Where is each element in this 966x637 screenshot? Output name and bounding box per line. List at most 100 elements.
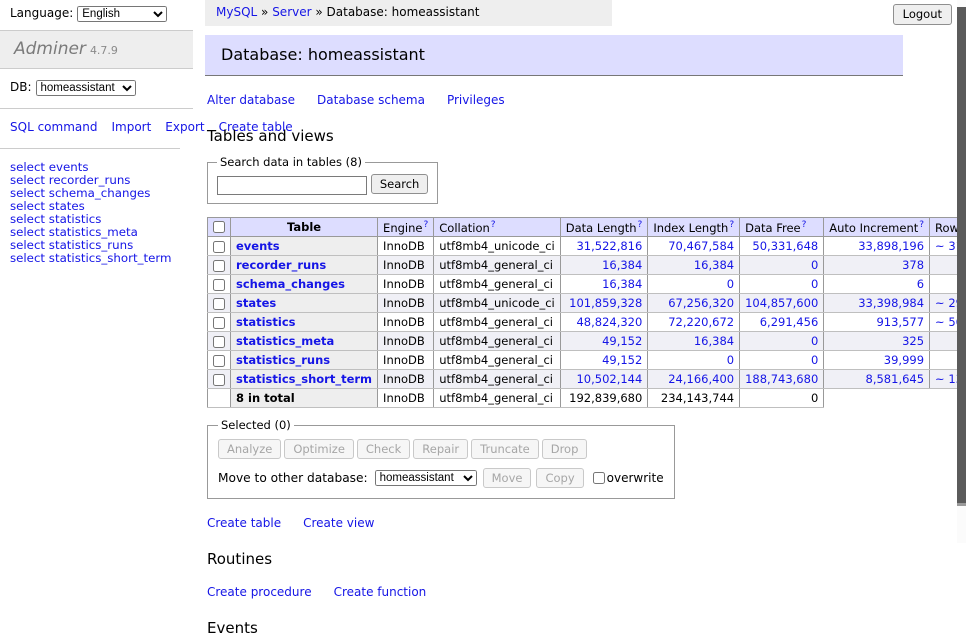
auto-increment-link[interactable]: 33,898,196	[858, 239, 924, 253]
auto-increment-link[interactable]: 8,581,645	[866, 372, 925, 386]
routine-link-create-procedure[interactable]: Create procedure	[207, 585, 312, 599]
sidebar-item-select-statistics[interactable]: select statistics	[10, 213, 193, 226]
data-free-link[interactable]: 0	[811, 353, 818, 367]
auto-increment-link[interactable]: 6	[917, 277, 924, 291]
row-checkbox-events[interactable]	[213, 241, 225, 253]
row-checkbox-schema_changes[interactable]	[213, 279, 225, 291]
table-link-recorder_runs[interactable]: recorder_runs	[236, 258, 326, 272]
auto-increment-link[interactable]: 913,577	[876, 315, 924, 329]
auto-increment-link[interactable]: 33,398,984	[858, 296, 924, 310]
index-length-link[interactable]: 72,220,672	[668, 315, 734, 329]
sidebar-item-select-statistics-runs[interactable]: select statistics_runs	[10, 239, 193, 252]
index-length-link[interactable]: 67,256,320	[668, 296, 734, 310]
search-button[interactable]: Search	[371, 174, 429, 194]
sidebar-item-select-statistics-meta[interactable]: select statistics_meta	[10, 226, 193, 239]
auto-increment-link[interactable]: 39,999	[884, 353, 924, 367]
table-link-statistics_runs[interactable]: statistics_runs	[236, 353, 330, 367]
logout-button[interactable]: Logout	[893, 4, 952, 25]
index-length-link[interactable]: 0	[727, 353, 734, 367]
data-free-link[interactable]: 104,857,600	[745, 296, 818, 310]
auto-increment-link[interactable]: 325	[902, 334, 924, 348]
drop-button[interactable]: Drop	[542, 439, 588, 459]
row-checkbox-states[interactable]	[213, 298, 225, 310]
sidebar-action-export[interactable]: Export	[165, 120, 204, 134]
data-free-link[interactable]: 0	[811, 258, 818, 272]
copy-button[interactable]: Copy	[536, 468, 583, 488]
data-length-link[interactable]: 49,152	[602, 334, 642, 348]
help-icon[interactable]: ?	[919, 220, 924, 230]
data-length-link[interactable]: 49,152	[602, 353, 642, 367]
db-select[interactable]: homeassistant	[36, 80, 136, 96]
scrollbar-thumb[interactable]	[957, 7, 966, 503]
data-length-link[interactable]: 101,859,328	[569, 296, 642, 310]
overwrite-checkbox[interactable]	[593, 472, 605, 484]
move-database-select[interactable]: homeassistant	[375, 470, 477, 486]
sidebar-item-select-recorder-runs[interactable]: select recorder_runs	[10, 174, 193, 187]
table-link-statistics_meta[interactable]: statistics_meta	[236, 334, 334, 348]
sidebar-action-sql-command[interactable]: SQL command	[10, 120, 97, 134]
row-checkbox-statistics_short_term[interactable]	[213, 374, 225, 386]
check-button[interactable]: Check	[357, 439, 410, 459]
sidebar-item-select-statistics-short-term[interactable]: select statistics_short_term	[10, 252, 193, 265]
select-all-checkbox[interactable]	[213, 221, 225, 233]
sidebar-item-select-states[interactable]: select states	[10, 200, 193, 213]
move-button[interactable]: Move	[483, 468, 532, 488]
auto-increment-link[interactable]: 378	[902, 258, 924, 272]
help-icon[interactable]: ?	[638, 220, 643, 230]
data-free-link[interactable]: 188,743,680	[745, 372, 818, 386]
index-length-link[interactable]: 16,384	[694, 258, 734, 272]
row-checkbox-recorder_runs[interactable]	[213, 260, 225, 272]
index-length-link[interactable]: 16,384	[694, 334, 734, 348]
data-free-link[interactable]: 0	[811, 277, 818, 291]
optimize-button[interactable]: Optimize	[284, 439, 354, 459]
data-free-link[interactable]: 0	[811, 334, 818, 348]
engine-cell: InnoDB	[378, 332, 434, 351]
row-checkbox-statistics[interactable]	[213, 317, 225, 329]
data-free-link[interactable]: 6,291,456	[760, 315, 819, 329]
create-link-create-view[interactable]: Create view	[303, 516, 374, 530]
help-icon[interactable]: ?	[802, 220, 807, 230]
index-length-link[interactable]: 24,166,400	[668, 372, 734, 386]
row-checkbox-statistics_meta[interactable]	[213, 336, 225, 348]
help-icon[interactable]: ?	[491, 220, 496, 230]
data-length-link[interactable]: 10,502,144	[576, 372, 642, 386]
db-link-database-schema[interactable]: Database schema	[317, 93, 425, 107]
index-length-link[interactable]: 0	[727, 277, 734, 291]
db-link-privileges[interactable]: Privileges	[447, 93, 505, 107]
help-icon[interactable]: ?	[729, 220, 734, 230]
engine-cell: InnoDB	[378, 370, 434, 389]
table-link-statistics[interactable]: statistics	[236, 315, 296, 329]
data-length-link[interactable]: 16,384	[602, 277, 642, 291]
breadcrumb-item-database-homeassistant: Database: homeassistant	[327, 5, 480, 19]
language-select[interactable]: English	[77, 6, 167, 22]
routine-link-create-function[interactable]: Create function	[334, 585, 427, 599]
scrollbar[interactable]	[957, 0, 966, 543]
index-length-link[interactable]: 70,467,584	[668, 239, 734, 253]
data-length-cell: 16,384	[560, 256, 648, 275]
search-input[interactable]	[217, 176, 367, 195]
analyze-button[interactable]: Analyze	[218, 439, 281, 459]
create-link-create-table[interactable]: Create table	[207, 516, 281, 530]
data-length-cell: 31,522,816	[560, 237, 648, 256]
data-length-link[interactable]: 16,384	[602, 258, 642, 272]
table-link-states[interactable]: states	[236, 296, 276, 310]
table-row: recorder_runsInnoDButf8mb4_general_ci16,…	[208, 256, 966, 275]
repair-button[interactable]: Repair	[413, 439, 468, 459]
data-length-link[interactable]: 31,522,816	[576, 239, 642, 253]
row-checkbox-statistics_runs[interactable]	[213, 355, 225, 367]
sidebar-item-select-events[interactable]: select events	[10, 161, 193, 174]
sidebar-item-select-schema-changes[interactable]: select schema_changes	[10, 187, 193, 200]
index-length-cell: 72,220,672	[648, 313, 740, 332]
table-link-schema_changes[interactable]: schema_changes	[236, 277, 345, 291]
db-link-alter-database[interactable]: Alter database	[207, 93, 295, 107]
data-free-link[interactable]: 50,331,648	[752, 239, 818, 253]
breadcrumb-item-server[interactable]: Server	[272, 5, 311, 19]
help-icon[interactable]: ?	[423, 220, 428, 230]
table-link-events[interactable]: events	[236, 239, 280, 253]
breadcrumb-item-mysql[interactable]: MySQL	[216, 5, 257, 19]
table-link-statistics_short_term[interactable]: statistics_short_term	[236, 372, 372, 386]
sidebar-action-import[interactable]: Import	[111, 120, 151, 134]
truncate-button[interactable]: Truncate	[471, 439, 539, 459]
data-length-link[interactable]: 48,824,320	[576, 315, 642, 329]
data-free-cell: 0	[740, 275, 824, 294]
